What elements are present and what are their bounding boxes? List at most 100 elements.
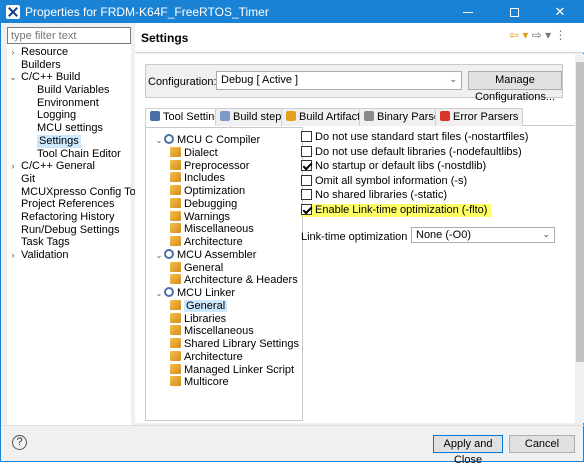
chevron-down-icon[interactable]: ⌄ bbox=[154, 250, 164, 262]
option-category[interactable]: Preprocessor bbox=[170, 159, 250, 172]
chevron-down-icon[interactable]: ⌄ bbox=[154, 288, 164, 300]
option-checkbox[interactable]: Do not use standard start files (-nostar… bbox=[301, 131, 528, 144]
option-category-icon bbox=[170, 223, 181, 234]
option-checkbox[interactable]: Omit all symbol information (-s) bbox=[301, 174, 467, 188]
checkbox[interactable] bbox=[301, 174, 312, 186]
nav-item[interactable]: ⌄ C/C++ Build bbox=[7, 71, 131, 84]
nav-item[interactable]: › C/C++ General bbox=[7, 160, 131, 173]
option-category[interactable]: Architecture bbox=[170, 350, 243, 363]
nav-item[interactable]: Project References bbox=[7, 198, 131, 211]
option-checkbox[interactable]: Enable Link-time optimization (-flto) bbox=[301, 204, 492, 217]
option-category-icon bbox=[170, 312, 181, 323]
option-category[interactable]: Architecture bbox=[170, 236, 243, 248]
option-label: Do not use standard start files (-nostar… bbox=[315, 131, 529, 143]
tree-item-label: Architecture & Headers bbox=[184, 274, 298, 287]
manage-configurations-button[interactable]: Manage Configurations... bbox=[468, 71, 562, 103]
option-checkbox[interactable]: Do not use default libraries (-nodefault… bbox=[301, 145, 522, 159]
view-menu-icon[interactable]: ⋮ bbox=[555, 28, 567, 42]
lto-level-combo[interactable]: None (-O0) ⌄ bbox=[411, 227, 555, 243]
tool-node[interactable]: ⌄ MCU Linker bbox=[154, 287, 235, 299]
nav-item[interactable]: Git bbox=[7, 173, 131, 186]
nav-item[interactable]: MCUXpresso Config Tools bbox=[7, 186, 150, 199]
nav-item-label: Run/Debug Settings bbox=[21, 223, 120, 236]
option-checkbox[interactable]: No startup or default libs (-nostdlib) bbox=[301, 160, 486, 173]
option-category[interactable]: Warnings bbox=[170, 210, 230, 223]
nav-item-label: C/C++ General bbox=[21, 160, 95, 173]
nav-item-label: Logging bbox=[37, 109, 77, 122]
checkbox[interactable] bbox=[301, 131, 312, 142]
option-category-icon bbox=[170, 350, 181, 361]
option-category-icon bbox=[170, 338, 181, 348]
minimize-button[interactable] bbox=[445, 1, 491, 23]
forward-arrow-icon[interactable]: ⇨ ▾ bbox=[532, 28, 551, 42]
chevron-down-icon[interactable]: ⌄ bbox=[9, 71, 17, 84]
scrollbar-thumb[interactable] bbox=[576, 62, 584, 362]
nav-item[interactable]: Tool Chain Editor bbox=[7, 148, 131, 161]
option-category[interactable]: Shared Library Settings bbox=[170, 338, 299, 350]
nav-item[interactable]: Run/Debug Settings bbox=[7, 224, 131, 237]
nav-item[interactable]: › Resource bbox=[7, 46, 131, 59]
tree-item-label: Preprocessor bbox=[184, 159, 250, 172]
option-category[interactable]: Dialect bbox=[170, 146, 218, 159]
option-checkbox[interactable]: No shared libraries (-static) bbox=[301, 189, 447, 202]
option-category[interactable]: General bbox=[170, 299, 228, 312]
tab[interactable]: Error Parsers bbox=[435, 108, 524, 126]
option-category-icon bbox=[170, 376, 181, 387]
title-bar[interactable]: Properties for FRDM-K64F_FreeRTOS_Timer … bbox=[1, 1, 583, 23]
nav-item[interactable]: Task Tags bbox=[7, 236, 131, 249]
tool-node[interactable]: ⌄ MCU Assembler bbox=[154, 248, 256, 262]
nav-item[interactable]: Settings bbox=[7, 134, 131, 148]
page-title: Settings bbox=[141, 31, 189, 45]
option-category[interactable]: Architecture & Headers bbox=[170, 274, 298, 286]
tab-icon bbox=[286, 111, 296, 121]
close-button[interactable]: ✕ bbox=[537, 1, 583, 23]
filter-input[interactable] bbox=[7, 27, 131, 44]
tab[interactable]: Build Artifact bbox=[281, 108, 366, 126]
tree-item-label: MCU C Compiler bbox=[177, 134, 261, 146]
option-label: No startup or default libs (-nostdlib) bbox=[315, 160, 487, 173]
chevron-right-icon[interactable]: › bbox=[9, 160, 17, 173]
back-arrow-icon[interactable]: ⇦ ▾ bbox=[509, 28, 528, 42]
help-icon[interactable]: ? bbox=[12, 435, 27, 450]
option-category[interactable]: Managed Linker Script bbox=[170, 363, 294, 376]
nav-item[interactable]: Build Variables bbox=[7, 84, 131, 97]
checkbox[interactable] bbox=[301, 189, 312, 201]
apply-and-close-button[interactable]: Apply and Close bbox=[433, 435, 503, 466]
option-category[interactable]: General bbox=[170, 261, 223, 274]
minimize-icon bbox=[463, 12, 473, 14]
option-category[interactable]: Miscellaneous bbox=[170, 325, 254, 337]
nav-item[interactable]: Logging bbox=[7, 109, 131, 122]
nav-item[interactable]: Builders bbox=[7, 59, 131, 72]
chevron-down-icon[interactable]: ⌄ bbox=[154, 135, 164, 147]
configuration-combo[interactable]: Debug [ Active ] ⌄ bbox=[216, 71, 462, 90]
nav-item[interactable]: Environment bbox=[7, 97, 131, 110]
option-category[interactable]: Debugging bbox=[170, 197, 237, 210]
vertical-scrollbar[interactable] bbox=[575, 54, 584, 423]
nav-item[interactable]: Refactoring History bbox=[7, 211, 131, 224]
tree-item-label: General bbox=[184, 299, 228, 312]
tree-item-label: Architecture bbox=[184, 236, 243, 248]
left-pane: › ResourceBuilders ⌄ C/C++ BuildBuild Varia… bbox=[7, 27, 150, 425]
option-category[interactable]: Includes bbox=[170, 172, 225, 184]
window-title: Properties for FRDM-K64F_FreeRTOS_Timer bbox=[25, 5, 269, 19]
tool-node[interactable]: ⌄ MCU C Compiler bbox=[154, 134, 260, 146]
maximize-button[interactable] bbox=[491, 1, 537, 23]
option-category[interactable]: Multicore bbox=[170, 376, 229, 388]
tab-label: Build Artifact bbox=[299, 111, 361, 123]
chevron-down-icon: ⌄ bbox=[449, 74, 457, 84]
option-category[interactable]: Optimization bbox=[170, 185, 245, 197]
checkbox[interactable] bbox=[301, 160, 312, 172]
option-category-icon bbox=[170, 299, 181, 310]
checkbox[interactable] bbox=[301, 145, 312, 157]
chevron-right-icon[interactable]: › bbox=[9, 249, 17, 262]
cancel-button[interactable]: Cancel bbox=[509, 435, 575, 453]
checkbox[interactable] bbox=[301, 204, 312, 215]
option-category[interactable]: Libraries bbox=[170, 312, 226, 325]
option-category-icon bbox=[170, 325, 181, 336]
nav-item[interactable]: MCU settings bbox=[7, 122, 131, 135]
nav-item[interactable]: › Validation bbox=[7, 249, 131, 262]
configuration-group: Configuration: Debug [ Active ] ⌄ Manage… bbox=[145, 64, 563, 103]
tab-icon bbox=[220, 111, 230, 121]
chevron-right-icon[interactable]: › bbox=[9, 46, 17, 59]
option-category[interactable]: Miscellaneous bbox=[170, 223, 254, 235]
